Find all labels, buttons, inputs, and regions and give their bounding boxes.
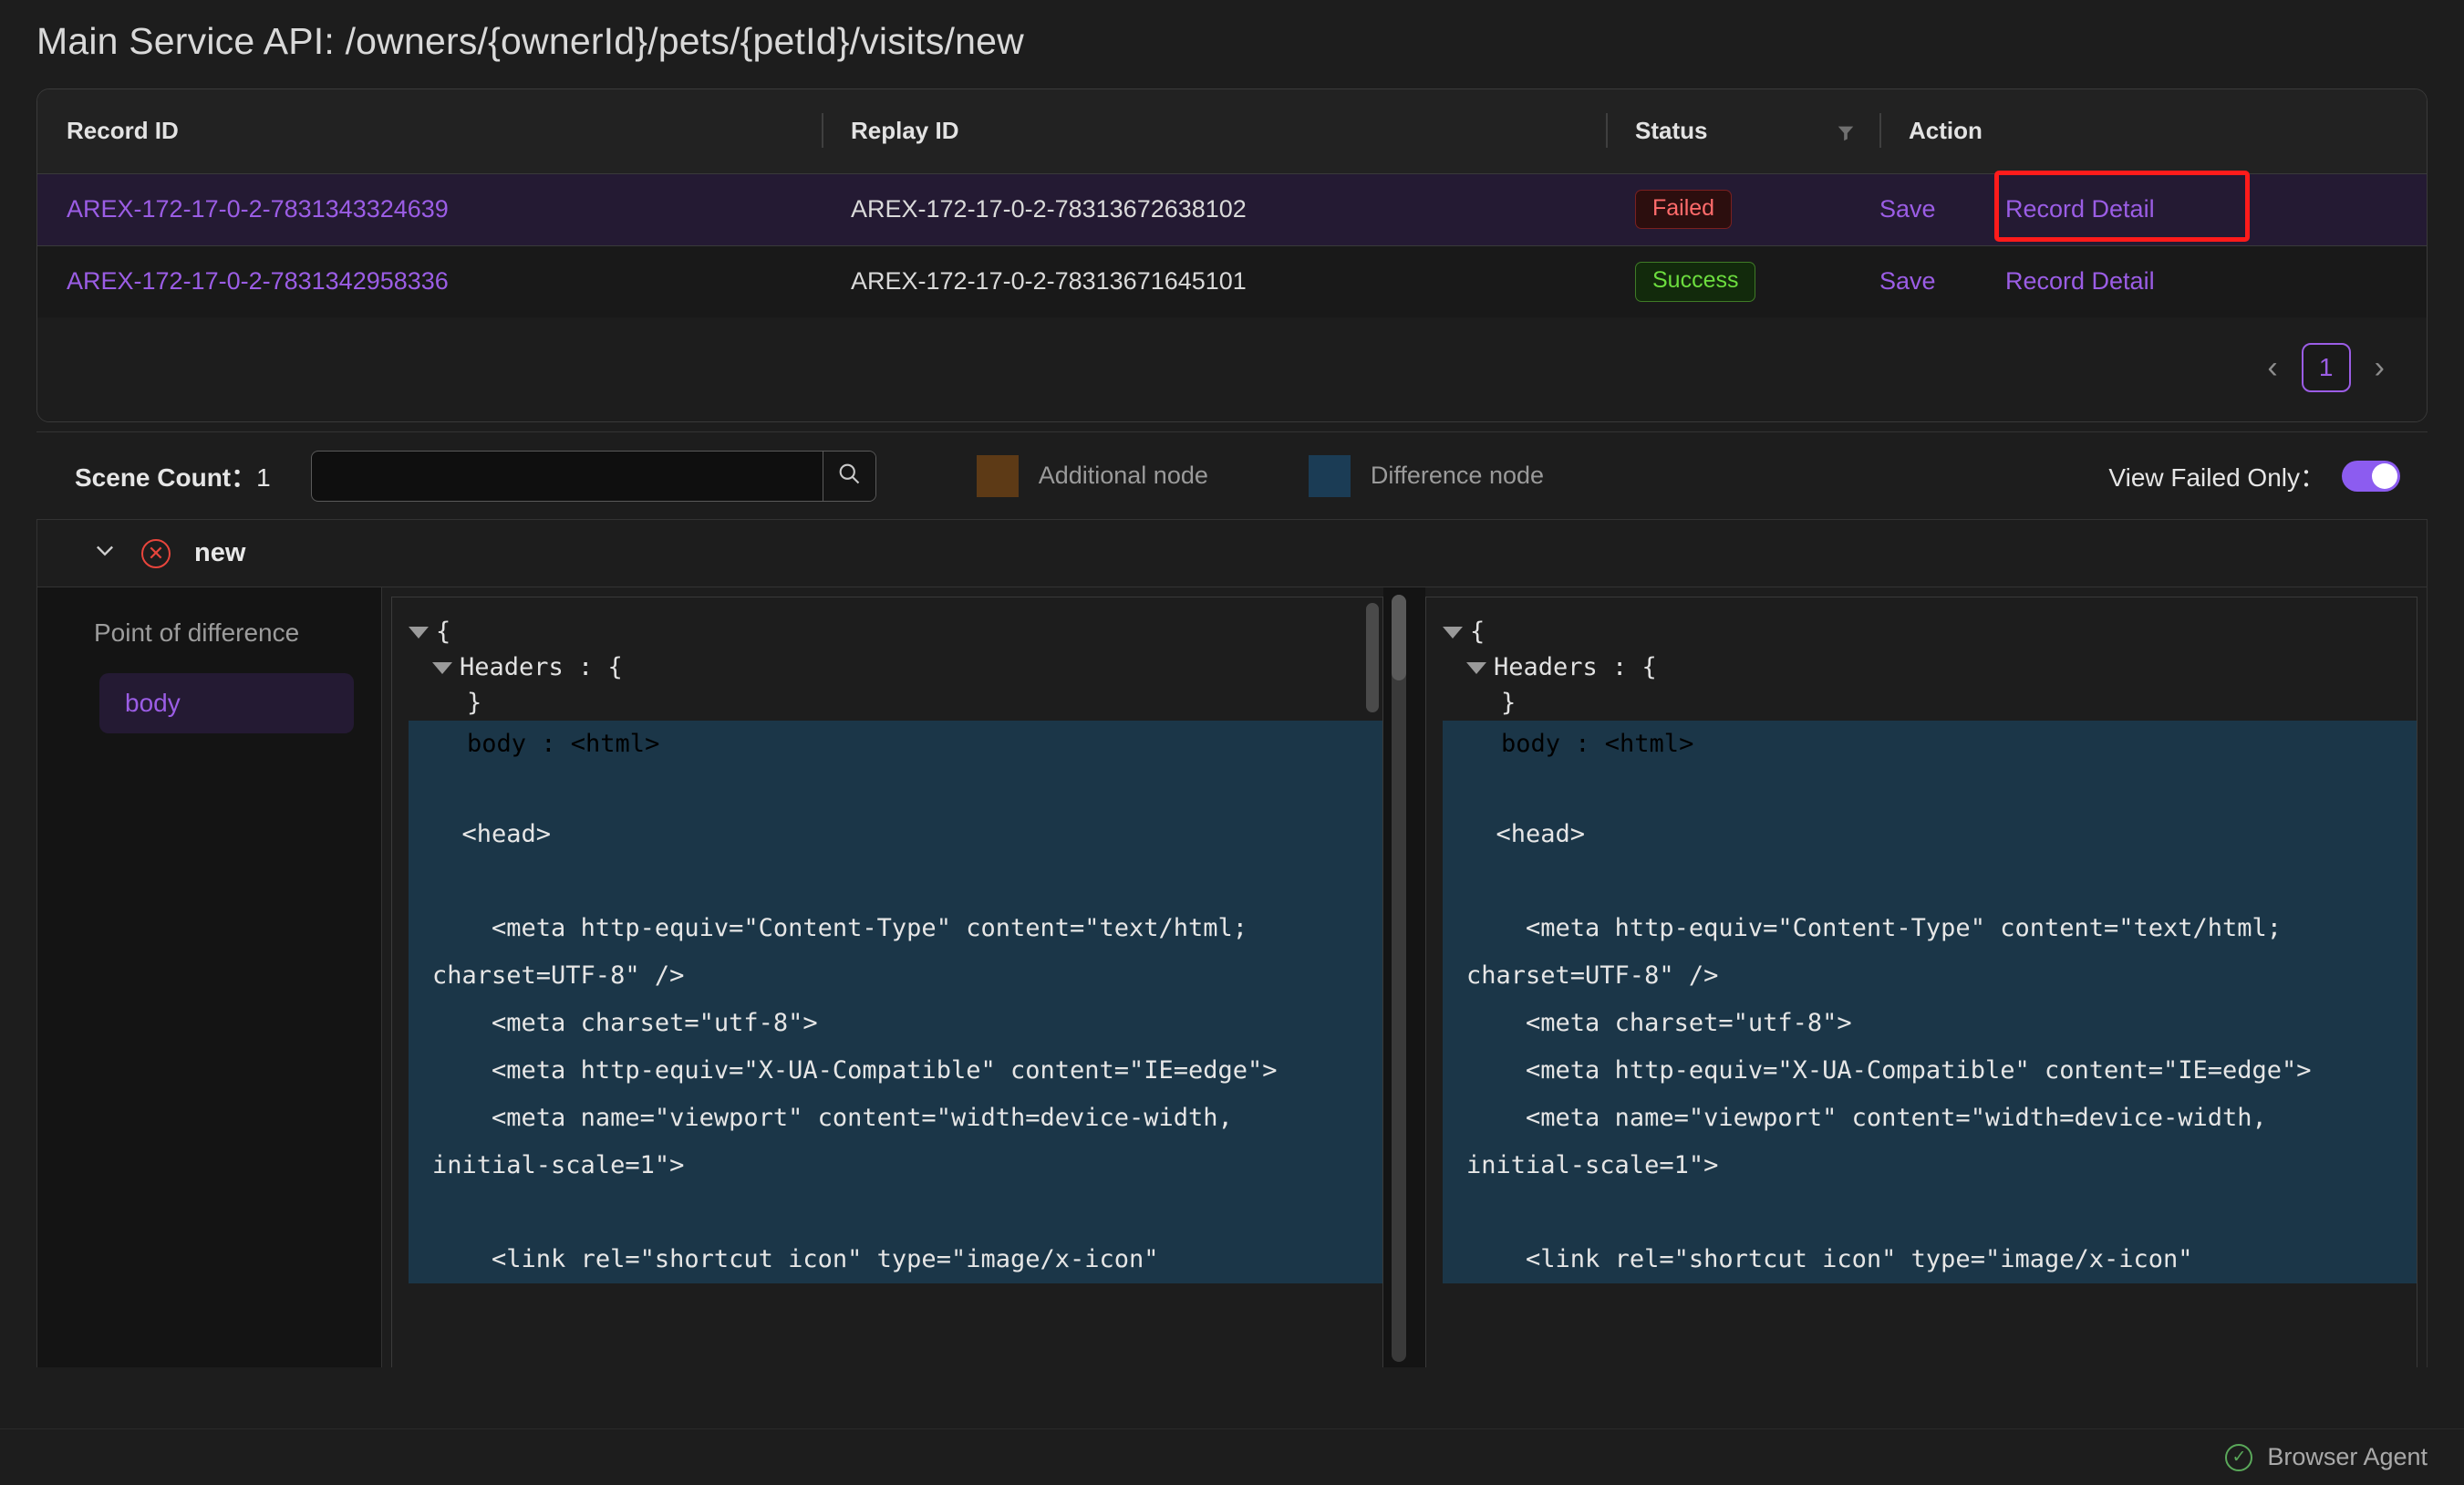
scene-count-label: Scene Count： — [75, 462, 257, 492]
search-box[interactable] — [310, 450, 876, 502]
scene-count-value: 1 — [256, 462, 271, 492]
cell-record-id: AREX-172-17-0-2-7831343324639 — [37, 172, 822, 245]
diff-vertical-scrollbar[interactable] — [1392, 595, 1406, 1362]
record-detail-container: Record Detail — [2005, 267, 2279, 296]
search-input[interactable] — [311, 451, 823, 501]
point-of-difference-item-body[interactable]: body — [99, 673, 354, 733]
record-detail-container: Record Detail — [1994, 171, 2279, 242]
cell-action: Save Record Detail — [1879, 171, 2427, 245]
column-header-record-id[interactable]: Record ID — [37, 89, 822, 173]
record-id-link[interactable]: AREX-172-17-0-2-7831343324639 — [67, 195, 449, 223]
left-json-body-code: <head> <meta http-equiv="Content-Type" c… — [409, 763, 1382, 1284]
page-title: Main Service API: /owners/{ownerId}/pets… — [36, 20, 1024, 62]
cell-status: Success — [1606, 244, 1879, 317]
diff-section: ✕ new Point of difference body { Headers… — [36, 519, 2428, 1367]
records-table-head: Record ID Replay ID Status Action — [37, 89, 2427, 173]
pagination-page-1[interactable]: 1 — [2301, 343, 2351, 392]
record-table-card: Record ID Replay ID Status Action AREX-1… — [36, 88, 2428, 422]
left-json-line-close: } — [467, 689, 482, 717]
scene-count: Scene Count：1 — [75, 458, 271, 494]
right-json-line-headers[interactable]: Headers : { — [1443, 649, 2417, 685]
check-circle-icon: ✓ — [2225, 1443, 2253, 1471]
right-json-open-brace: { — [1470, 618, 1486, 646]
diff-column-scrollbar-gap — [1383, 587, 1425, 1367]
right-json-headers-label: Headers : { — [1494, 653, 1657, 681]
column-header-replay-id-label: Replay ID — [851, 117, 959, 145]
column-header-action: Action — [1879, 89, 2427, 173]
search-icon — [836, 461, 862, 491]
additional-node-swatch — [976, 454, 1019, 497]
column-header-action-label: Action — [1909, 117, 1983, 145]
app-root: Main Service API: /owners/{ownerId}/pets… — [0, 0, 2464, 1485]
scene-header[interactable]: ✕ new — [37, 520, 2427, 587]
cell-status: Failed — [1606, 172, 1879, 245]
point-of-difference-title: Point of difference — [94, 618, 300, 647]
triangle-down-icon[interactable] — [409, 627, 429, 639]
right-json-body-code: <head> <meta http-equiv="Content-Type" c… — [1443, 763, 2417, 1284]
browser-agent-label: Browser Agent — [2267, 1443, 2428, 1470]
save-link[interactable]: Save — [1879, 267, 2005, 296]
right-json-line-close: } — [1501, 689, 1517, 717]
left-json-open-brace: { — [436, 618, 451, 646]
scene-name: new — [194, 538, 246, 567]
diff-toolbar: Scene Count：1 Additional node Difference… — [36, 431, 2428, 519]
records-table: Record ID Replay ID Status Action AREX-1… — [37, 89, 2427, 317]
pagination-next-icon[interactable]: › — [2375, 350, 2385, 386]
point-of-difference-panel: Point of difference body — [37, 587, 382, 1367]
table-row[interactable]: AREX-172-17-0-2-7831342958336 AREX-172-1… — [37, 244, 2427, 317]
table-row[interactable]: AREX-172-17-0-2-7831343324639 AREX-172-1… — [37, 171, 2427, 245]
table-header-row: Record ID Replay ID Status Action — [37, 89, 2427, 173]
left-json-pane[interactable]: { Headers : { } body : <html> <head> <me… — [391, 597, 1383, 1367]
column-header-status-label: Status — [1635, 117, 1708, 145]
difference-node-swatch — [1308, 454, 1351, 497]
replay-id-text: AREX-172-17-0-2-78313671645101 — [851, 267, 1247, 296]
left-json-column: { Headers : { } body : <html> <head> <me… — [382, 587, 1383, 1367]
difference-node-label: Difference node — [1370, 462, 1545, 489]
left-json-headers-label: Headers : { — [460, 653, 623, 681]
triangle-down-icon[interactable] — [1443, 627, 1463, 639]
left-json-line-headers[interactable]: Headers : { — [409, 649, 1382, 685]
chevron-down-icon[interactable] — [92, 537, 118, 569]
additional-node-label: Additional node — [1038, 462, 1208, 489]
right-json-line-body[interactable]: body : <html> — [1443, 721, 2417, 763]
triangle-down-icon[interactable] — [1466, 662, 1486, 674]
view-failed-only-label: View Failed Only： — [2108, 462, 2325, 492]
status-badge: Failed — [1635, 189, 1733, 230]
status-bar: ✓ Browser Agent — [0, 1428, 2464, 1485]
column-header-record-id-label: Record ID — [67, 117, 179, 145]
pagination: ‹ 1 › — [37, 317, 2427, 421]
left-pane-scrollbar[interactable] — [1366, 603, 1379, 712]
search-button[interactable] — [822, 451, 875, 501]
record-detail-link[interactable]: Record Detail — [2005, 195, 2155, 223]
legend-item-additional: Additional node — [976, 454, 1208, 497]
right-json-pane[interactable]: { Headers : { } body : <html> <head> <me… — [1425, 597, 2417, 1367]
error-circle-x-icon: ✕ — [141, 538, 171, 568]
cell-action: Save Record Detail — [1879, 244, 2427, 317]
right-json-line-open[interactable]: { — [1443, 614, 2417, 649]
column-header-replay-id[interactable]: Replay ID — [822, 89, 1606, 173]
record-detail-link[interactable]: Record Detail — [2005, 267, 2155, 295]
triangle-down-icon[interactable] — [432, 662, 452, 674]
save-link[interactable]: Save — [1879, 195, 2005, 223]
view-failed-only-toggle[interactable] — [2342, 460, 2400, 492]
status-badge: Success — [1635, 262, 1756, 302]
toggle-knob — [2372, 462, 2397, 489]
pagination-prev-icon[interactable]: ‹ — [2267, 350, 2277, 386]
record-id-link[interactable]: AREX-172-17-0-2-7831342958336 — [67, 267, 449, 295]
filter-icon[interactable] — [1836, 121, 1856, 141]
replay-id-text: AREX-172-17-0-2-78313672638102 — [851, 195, 1247, 223]
cell-replay-id: AREX-172-17-0-2-78313672638102 — [822, 172, 1606, 245]
cell-replay-id: AREX-172-17-0-2-78313671645101 — [822, 244, 1606, 317]
right-json-column: { Headers : { } body : <html> <head> <me… — [1425, 587, 2427, 1367]
diff-body: Point of difference body { Headers : { }… — [37, 587, 2427, 1367]
left-json-line-body[interactable]: body : <html> — [409, 721, 1382, 763]
cell-record-id: AREX-172-17-0-2-7831342958336 — [37, 244, 822, 317]
records-table-body: AREX-172-17-0-2-7831343324639 AREX-172-1… — [37, 171, 2427, 317]
column-header-status[interactable]: Status — [1606, 89, 1879, 173]
left-json-line-open[interactable]: { — [409, 614, 1382, 649]
view-failed-only-control: View Failed Only： — [2108, 458, 2411, 494]
legend-item-difference: Difference node — [1308, 454, 1545, 497]
node-legend: Additional node Difference node — [976, 454, 1545, 497]
